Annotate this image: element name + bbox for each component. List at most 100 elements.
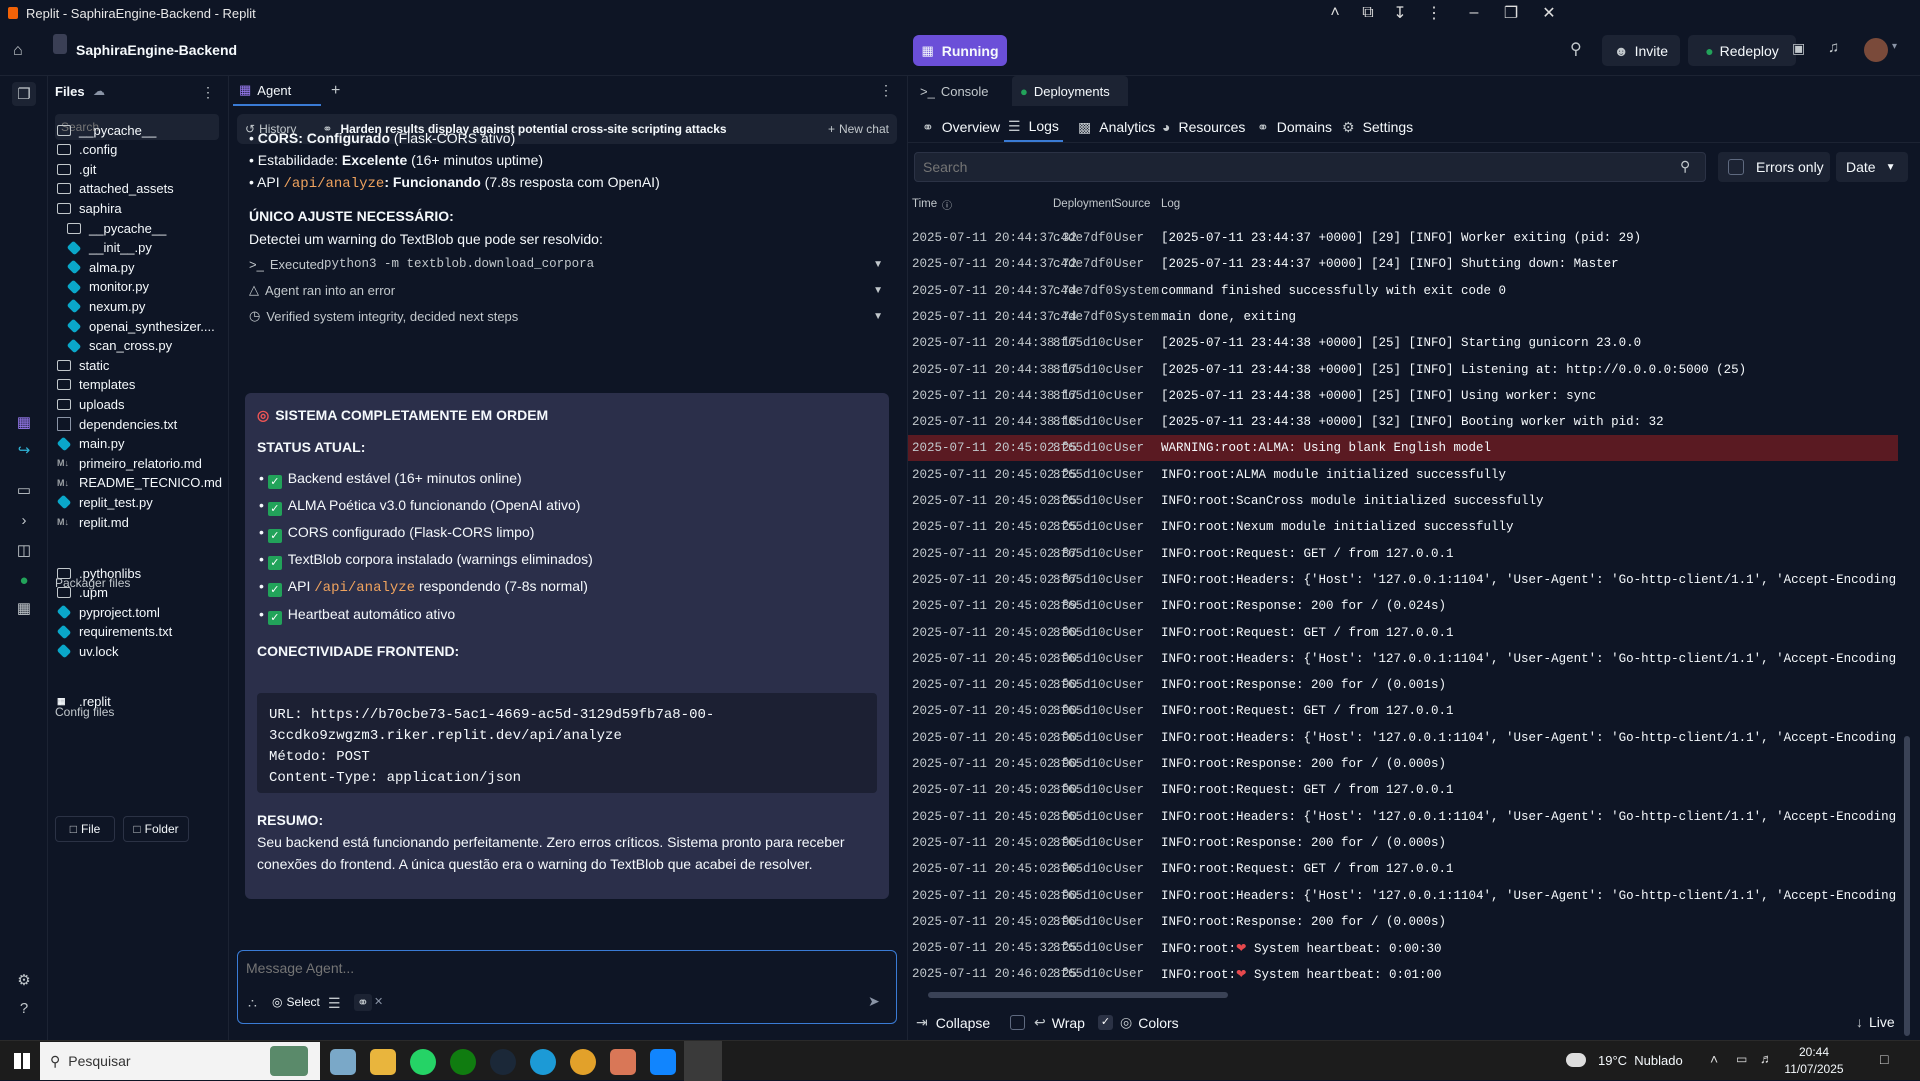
xbox-icon[interactable] (450, 1049, 476, 1075)
log-row[interactable]: 2025-07-11 20:45:02.90 8f65d10c User INFO:r… (908, 804, 1898, 830)
log-row-warning[interactable]: 2025-07-11 20:45:02.25 8f65d10c User WARNIN… (908, 435, 1898, 462)
remove-close-icon[interactable]: ✕ (374, 995, 383, 1008)
volume-icon[interactable]: ♬ (1760, 1051, 1773, 1066)
log-row[interactable]: 2025-07-11 20:44:38.17 8f65d10c User [2025-… (908, 330, 1898, 356)
log-row[interactable]: 2025-07-11 20:45:02.90 8f65d10c User INFO:r… (908, 751, 1898, 777)
log-row[interactable]: 2025-07-11 20:45:02.90 8f65d10c User INFO:r… (908, 620, 1898, 646)
files-icon[interactable]: ❐ (12, 82, 36, 106)
log-row[interactable]: 2025-07-11 20:46:02.25 8f65d10c User INFO:r… (908, 961, 1898, 987)
replit-app-icon[interactable] (684, 1041, 722, 1081)
log-row[interactable]: 2025-07-11 20:44:38.17 8f65d10c User [2025-… (908, 357, 1898, 383)
redeploy-button[interactable]: ● Redeploy (1688, 35, 1796, 66)
file-tree-item[interactable]: uv.lock (49, 640, 224, 662)
send-icon[interactable]: ➤ (868, 993, 880, 1010)
user-avatar[interactable] (1864, 38, 1888, 62)
log-row[interactable]: 2025-07-11 20:45:02.90 8f65d10c User INFO:r… (908, 777, 1898, 803)
add-tab-icon[interactable]: + (331, 82, 340, 100)
git-icon[interactable]: ↪ (12, 438, 36, 462)
tab-console[interactable]: >_ Console (914, 76, 996, 106)
log-row[interactable]: 2025-07-11 20:45:02.90 8f65d10c User INFO:r… (908, 646, 1898, 672)
preview-icon[interactable]: ▭ (12, 478, 36, 502)
clock-time[interactable]: 20:44 (1784, 1045, 1844, 1059)
subtab-analytics[interactable]: ▩ Analytics (1074, 112, 1159, 142)
more-options-icon[interactable]: ⋮ (1414, 0, 1454, 26)
subtab-domains[interactable]: ⚭ Domains (1253, 112, 1336, 142)
log-row[interactable]: 2025-07-11 20:45:02.87 8f65d10c User INFO:r… (908, 541, 1898, 567)
bell-icon[interactable]: ♫ (1828, 39, 1839, 56)
log-row[interactable]: 2025-07-11 20:44:37.74 c4de7df0 System main… (908, 304, 1898, 330)
log-row[interactable]: 2025-07-11 20:45:02.87 8f65d10c User INFO:r… (908, 567, 1898, 593)
log-search-input[interactable] (914, 152, 1706, 182)
help-icon[interactable]: ? (12, 996, 36, 1020)
log-row[interactable]: 2025-07-11 20:45:02.25 8f65d10c User INFO:r… (908, 514, 1898, 540)
log-row[interactable]: 2025-07-11 20:45:02.25 8f65d10c User INFO:r… (908, 462, 1898, 488)
date-filter-dropdown[interactable]: Date ▼ (1836, 152, 1908, 182)
select-button[interactable]: ◎ Select (272, 995, 320, 1009)
edge-icon[interactable] (530, 1049, 556, 1075)
log-row[interactable]: 2025-07-11 20:44:38.18 8f65d10c User [2025-… (908, 409, 1898, 435)
file-tree-item[interactable]: ▦ .replit (49, 690, 224, 712)
file-explorer-icon[interactable] (370, 1049, 396, 1075)
settings-sliders-icon[interactable]: ☰ (328, 995, 341, 1012)
subtab-settings[interactable]: ⚙ Settings (1338, 112, 1417, 142)
log-row[interactable]: 2025-07-11 20:45:02.90 8f65d10c User INFO:r… (908, 883, 1898, 909)
errors-only-toggle[interactable]: Errors only (1718, 152, 1830, 182)
errors-only-checkbox[interactable] (1728, 159, 1744, 175)
chrome-icon[interactable] (570, 1049, 596, 1075)
new-file-button[interactable]: □ File (55, 816, 115, 842)
horizontal-scrollbar[interactable] (928, 992, 1228, 998)
tray-chevron-up-icon[interactable]: ˄ (1710, 1051, 1718, 1067)
agent-icon[interactable]: ▦ (12, 410, 36, 434)
log-scrollbar[interactable] (1904, 736, 1910, 1036)
taskbar-search[interactable]: ⚲ Pesquisar (40, 1042, 320, 1080)
project-name[interactable]: SaphiraEngine-Backend (76, 42, 237, 58)
files-menu-icon[interactable]: ⋮ (201, 84, 215, 101)
log-row[interactable]: 2025-07-11 20:45:02.90 8f65d10c User INFO:r… (908, 909, 1898, 935)
minimize-button[interactable]: – (1454, 0, 1494, 26)
subtab-resources[interactable]: ◕ Resources (1158, 112, 1249, 142)
maximize-button[interactable]: ❐ (1491, 0, 1531, 26)
subtab-overview[interactable]: ⚭ Overview (918, 112, 1004, 142)
log-row[interactable]: 2025-07-11 20:44:37.72 c4de7df0 User [2025-… (908, 251, 1898, 277)
home-icon[interactable]: ⌂ (13, 42, 23, 60)
subtab-logs[interactable]: ☰ Logs (1004, 112, 1063, 142)
notifications-toggle-icon[interactable]: ▣ (1792, 40, 1805, 57)
close-button[interactable]: ✕ (1529, 0, 1569, 26)
windows-start-icon[interactable] (14, 1053, 30, 1069)
log-row[interactable]: 2025-07-11 20:45:02.90 8f65d10c User INFO:r… (908, 698, 1898, 724)
step-verified[interactable]: ◷ Verified system integrity, decided nex… (249, 305, 883, 327)
colors-toggle[interactable]: ◎ Colors (1120, 1014, 1179, 1031)
whatsapp-icon[interactable] (410, 1049, 436, 1075)
tab-deployments[interactable]: ● Deployments (1012, 76, 1128, 106)
new-folder-button[interactable]: □ Folder (123, 816, 189, 842)
search-icon[interactable]: ⚲ (1570, 39, 1582, 59)
log-row[interactable]: 2025-07-11 20:45:02.90 8f65d10c User INFO:r… (908, 725, 1898, 751)
log-row[interactable]: 2025-07-11 20:45:02.90 8f65d10c User INFO:r… (908, 830, 1898, 856)
bluesky-icon[interactable] (650, 1049, 676, 1075)
notepad-icon[interactable] (330, 1049, 356, 1075)
log-row[interactable]: 2025-07-11 20:45:02.90 8f65d10c User INFO:r… (908, 856, 1898, 882)
log-row[interactable]: 2025-07-11 20:45:02.25 8f65d10c User INFO:r… (908, 488, 1898, 514)
invite-button[interactable]: ☻ Invite (1602, 35, 1680, 66)
avatar-chevron-down-icon[interactable]: ▾ (1892, 41, 1897, 52)
log-row[interactable]: 2025-07-11 20:44:38.17 8f65d10c User [2025-… (908, 383, 1898, 409)
deployments-icon[interactable]: ● (12, 568, 36, 592)
tab-agent[interactable]: ▦ Agent (233, 76, 321, 106)
attach-icon[interactable]: ∴ (248, 995, 257, 1012)
colors-checkbox[interactable]: ✓ (1098, 1015, 1113, 1030)
web-search-icon[interactable]: ⚭ (354, 994, 372, 1011)
extensions-gear-icon[interactable]: ⚙ (12, 968, 36, 992)
weather-text[interactable]: 19°C Nublado (1598, 1053, 1683, 1068)
agent-menu-icon[interactable]: ⋮ (879, 82, 893, 99)
message-input[interactable] (246, 957, 866, 979)
database-icon[interactable]: ◫ (12, 538, 36, 562)
step-error[interactable]: △ Agent ran into an error ▼ (249, 279, 883, 301)
run-status-button[interactable]: ▦ Running (913, 35, 1007, 66)
new-chat-button[interactable]: + New chat (828, 122, 889, 136)
file-tree-item[interactable]: M↓ replit.md (49, 511, 224, 533)
wrap-checkbox[interactable] (1010, 1015, 1025, 1030)
log-row[interactable]: 2025-07-11 20:45:32.25 8f65d10c User INFO:r… (908, 935, 1898, 961)
wrap-toggle[interactable]: ↩ Wrap (1034, 1014, 1085, 1031)
notification-center-icon[interactable]: □ (1880, 1051, 1888, 1067)
all-tools-icon[interactable]: ▦ (12, 596, 36, 620)
